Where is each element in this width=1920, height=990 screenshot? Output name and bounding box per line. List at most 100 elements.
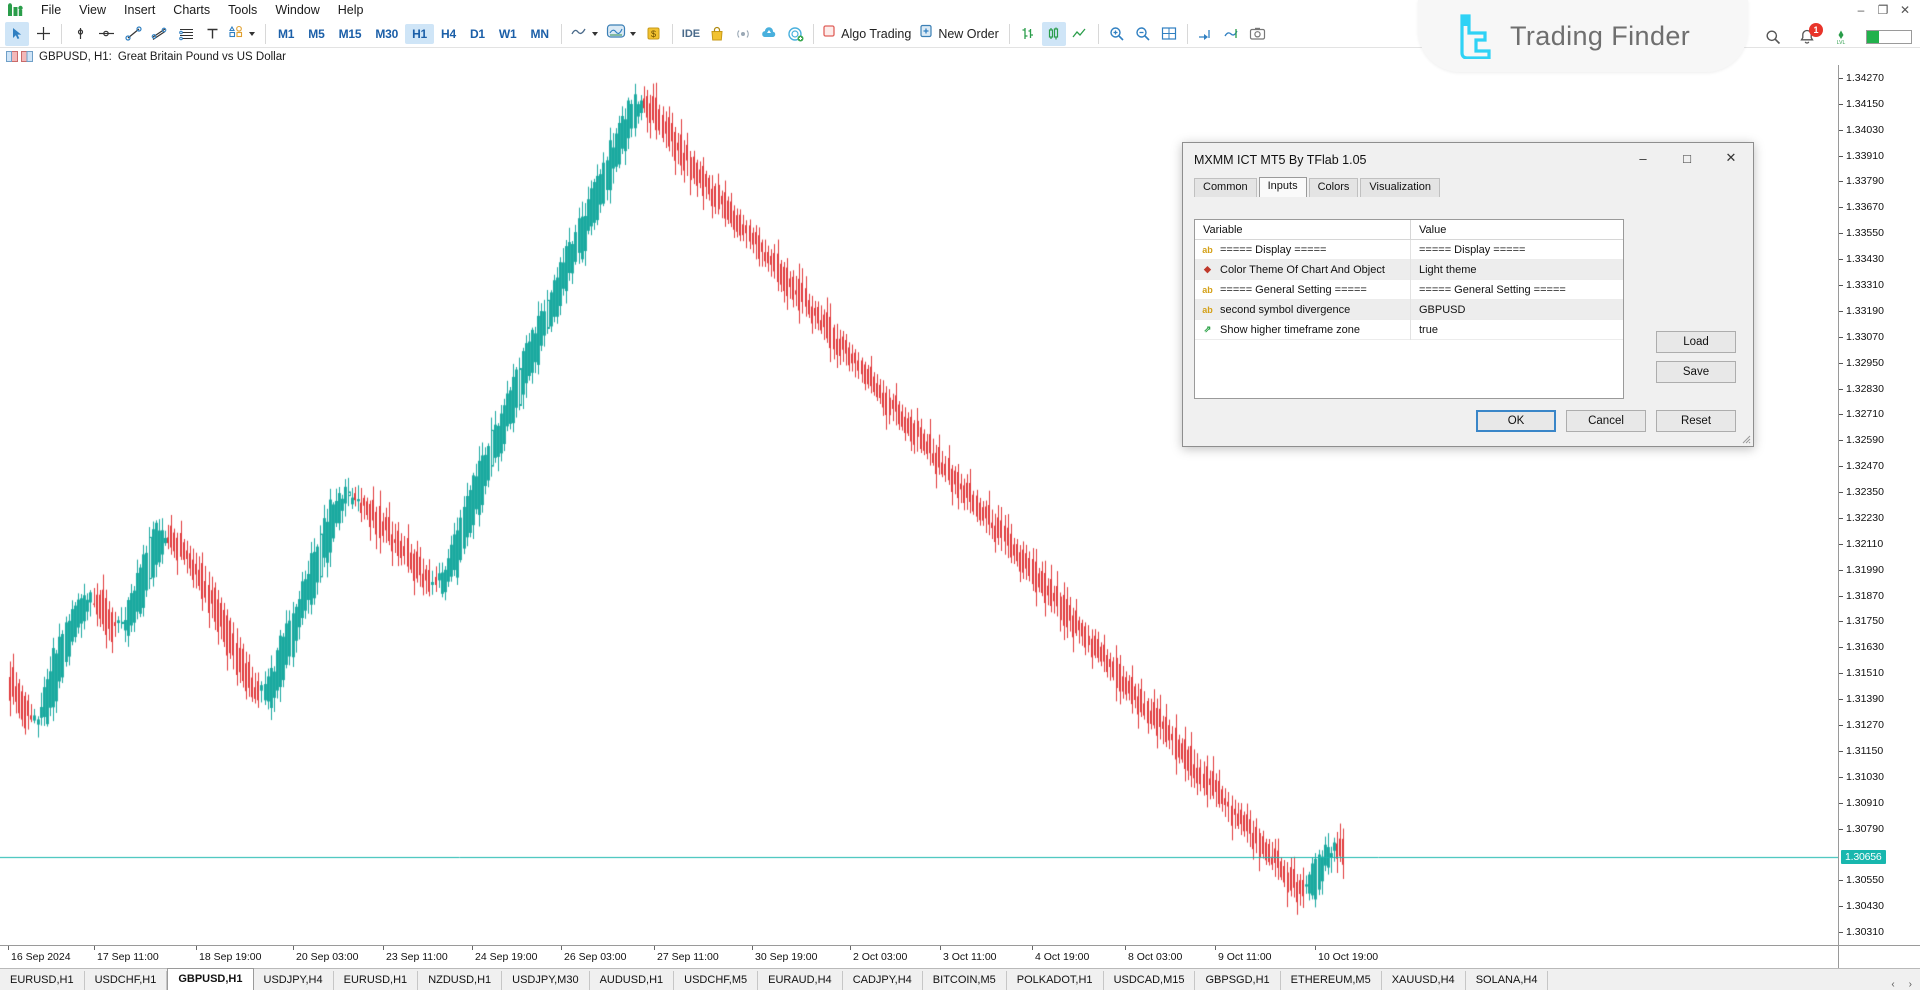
chart-tab-usdjpy-m30[interactable]: USDJPY,M30: [502, 971, 589, 990]
inputs-grid[interactable]: Variable Value ab===== Display =========…: [1194, 219, 1624, 399]
copy-trading-icon[interactable]: [783, 22, 807, 46]
chart-tab-euraud-h4[interactable]: EURAUD,H4: [758, 971, 843, 990]
tab-common[interactable]: Common: [1194, 178, 1257, 197]
crosshair-icon[interactable]: [31, 22, 55, 46]
chart-tab-xauusd-h4[interactable]: XAUUSD,H4: [1382, 971, 1466, 990]
menu-tools[interactable]: Tools: [219, 1, 266, 19]
chart-close-icon[interactable]: [21, 51, 33, 62]
signals-icon[interactable]: [731, 22, 755, 46]
input-value[interactable]: GBPUSD: [1411, 304, 1623, 316]
dollar-icon[interactable]: $: [642, 22, 666, 46]
line-icon[interactable]: [1068, 22, 1092, 46]
menu-window[interactable]: Window: [266, 1, 328, 19]
chart-tab-audusd-h1[interactable]: AUDUSD,H1: [590, 971, 675, 990]
algo-trading-button[interactable]: Algo Trading: [819, 22, 916, 45]
input-row[interactable]: ab===== General Setting ========== Gener…: [1195, 280, 1623, 300]
fibonacci-icon[interactable]: [174, 22, 198, 46]
scroll-left-icon[interactable]: ‹: [1891, 979, 1894, 990]
templates-menu[interactable]: [603, 21, 641, 46]
price-axis[interactable]: 1.342701.341501.340301.339101.337901.336…: [1838, 65, 1920, 945]
timeframe-h1[interactable]: H1: [405, 24, 434, 44]
zoom-in-icon[interactable]: [1105, 22, 1129, 46]
input-value[interactable]: ===== General Setting =====: [1411, 284, 1623, 296]
menu-insert[interactable]: Insert: [115, 1, 164, 19]
window-restore-button[interactable]: ❐: [1872, 1, 1894, 19]
text-icon[interactable]: [200, 22, 224, 46]
chart-tab-cadjpy-h4[interactable]: CADJPY,H4: [843, 971, 923, 990]
channel-icon[interactable]: [147, 22, 172, 46]
timeframe-d1[interactable]: D1: [463, 24, 492, 44]
input-row[interactable]: absecond symbol divergenceGBPUSD: [1195, 300, 1623, 320]
time-axis[interactable]: 16 Sep 202417 Sep 11:0018 Sep 19:0020 Se…: [0, 945, 1838, 968]
chart-shift-icon[interactable]: [1220, 22, 1244, 46]
bar-chart-icon[interactable]: [1016, 22, 1040, 46]
ide-button[interactable]: IDE: [679, 22, 703, 46]
tab-colors[interactable]: Colors: [1309, 178, 1359, 197]
scroll-right-icon[interactable]: ›: [1909, 979, 1912, 990]
timeframe-w1[interactable]: W1: [492, 24, 524, 44]
chart-tab-nzdusd-h1[interactable]: NZDUSD,H1: [418, 971, 502, 990]
timeframe-h4[interactable]: H4: [434, 24, 463, 44]
dialog-close-button[interactable]: ✕: [1709, 143, 1753, 173]
chart-tab-eurusd-h1[interactable]: EURUSD,H1: [0, 971, 85, 990]
timeframe-mn[interactable]: MN: [524, 24, 556, 44]
ok-button[interactable]: OK: [1476, 410, 1556, 432]
new-order-button[interactable]: New Order: [916, 22, 1003, 45]
alerts-bell-icon[interactable]: 1: [1798, 28, 1816, 46]
window-close-button[interactable]: ✕: [1894, 1, 1916, 19]
reset-button[interactable]: Reset: [1656, 410, 1736, 432]
market-bag-icon[interactable]: [705, 22, 729, 46]
chart-restore-icon[interactable]: [6, 51, 18, 62]
timeframe-m30[interactable]: M30: [368, 24, 405, 44]
menu-view[interactable]: View: [70, 1, 115, 19]
dialog-maximize-button[interactable]: □: [1665, 143, 1709, 173]
cursor-icon[interactable]: [5, 22, 29, 46]
input-row[interactable]: ⇗Show higher timeframe zonetrue: [1195, 320, 1623, 340]
grid-icon[interactable]: [1157, 22, 1181, 46]
chart-tab-gbpusd-h1[interactable]: GBPUSD,H1: [167, 968, 253, 990]
tab-visualization[interactable]: Visualization: [1360, 178, 1440, 197]
timeframe-m15[interactable]: M15: [332, 24, 369, 44]
dialog-resize-grip[interactable]: [1740, 433, 1751, 444]
candlestick-icon[interactable]: [1042, 22, 1066, 46]
indicators-menu[interactable]: [567, 22, 603, 46]
input-value[interactable]: ===== Display =====: [1411, 244, 1623, 256]
timeframe-m1[interactable]: M1: [271, 24, 301, 44]
chart-tab-polkadot-h1[interactable]: POLKADOT,H1: [1007, 971, 1104, 990]
horizontal-line-icon[interactable]: [94, 22, 119, 46]
chart-tab-usdchf-h1[interactable]: USDCHF,H1: [85, 971, 168, 990]
levels-icon[interactable]: LVL: [1832, 28, 1850, 46]
indicator-properties-dialog[interactable]: MXMM ICT MT5 By TFlab 1.05 – □ ✕ Common …: [1182, 142, 1754, 447]
shapes-tool[interactable]: [225, 22, 260, 46]
snapshot-icon[interactable]: [1246, 22, 1270, 46]
menu-charts[interactable]: Charts: [164, 1, 219, 19]
input-value[interactable]: Light theme: [1411, 264, 1623, 276]
tab-inputs[interactable]: Inputs: [1259, 177, 1307, 197]
trendline-icon[interactable]: [121, 22, 145, 46]
input-value[interactable]: true: [1411, 324, 1623, 336]
vps-cloud-icon[interactable]: [757, 22, 781, 46]
chart-tab-gbpsgd-h1[interactable]: GBPSGD,H1: [1195, 971, 1280, 990]
zoom-out-icon[interactable]: [1131, 22, 1155, 46]
connection-strength-bar[interactable]: [1866, 30, 1912, 44]
vertical-line-icon[interactable]: [68, 22, 92, 46]
chart-tab-solana-h4[interactable]: SOLANA,H4: [1466, 971, 1549, 990]
window-minimize-button[interactable]: –: [1850, 1, 1872, 19]
autoscroll-icon[interactable]: [1194, 22, 1218, 46]
timeframe-m5[interactable]: M5: [301, 24, 331, 44]
chart-tab-usdchf-m5[interactable]: USDCHF,M5: [674, 971, 758, 990]
chart-tab-bitcoin-m5[interactable]: BITCOIN,M5: [923, 971, 1007, 990]
dialog-title-bar[interactable]: MXMM ICT MT5 By TFlab 1.05 – □ ✕: [1183, 143, 1753, 177]
input-row[interactable]: ab===== Display ========== Display =====: [1195, 240, 1623, 260]
menu-help[interactable]: Help: [329, 1, 373, 19]
search-icon[interactable]: [1764, 28, 1782, 46]
cancel-button[interactable]: Cancel: [1566, 410, 1646, 432]
input-row[interactable]: ◆Color Theme Of Chart And ObjectLight th…: [1195, 260, 1623, 280]
dialog-minimize-button[interactable]: –: [1621, 143, 1665, 173]
chart-tab-usdcad-m15[interactable]: USDCAD,M15: [1104, 971, 1196, 990]
chart-tab-eurusd-h1[interactable]: EURUSD,H1: [334, 971, 419, 990]
load-button[interactable]: Load: [1656, 331, 1736, 353]
save-button[interactable]: Save: [1656, 361, 1736, 383]
chart-tab-ethereum-m5[interactable]: ETHEREUM,M5: [1281, 971, 1382, 990]
chart-tab-usdjpy-h4[interactable]: USDJPY,H4: [254, 971, 334, 990]
